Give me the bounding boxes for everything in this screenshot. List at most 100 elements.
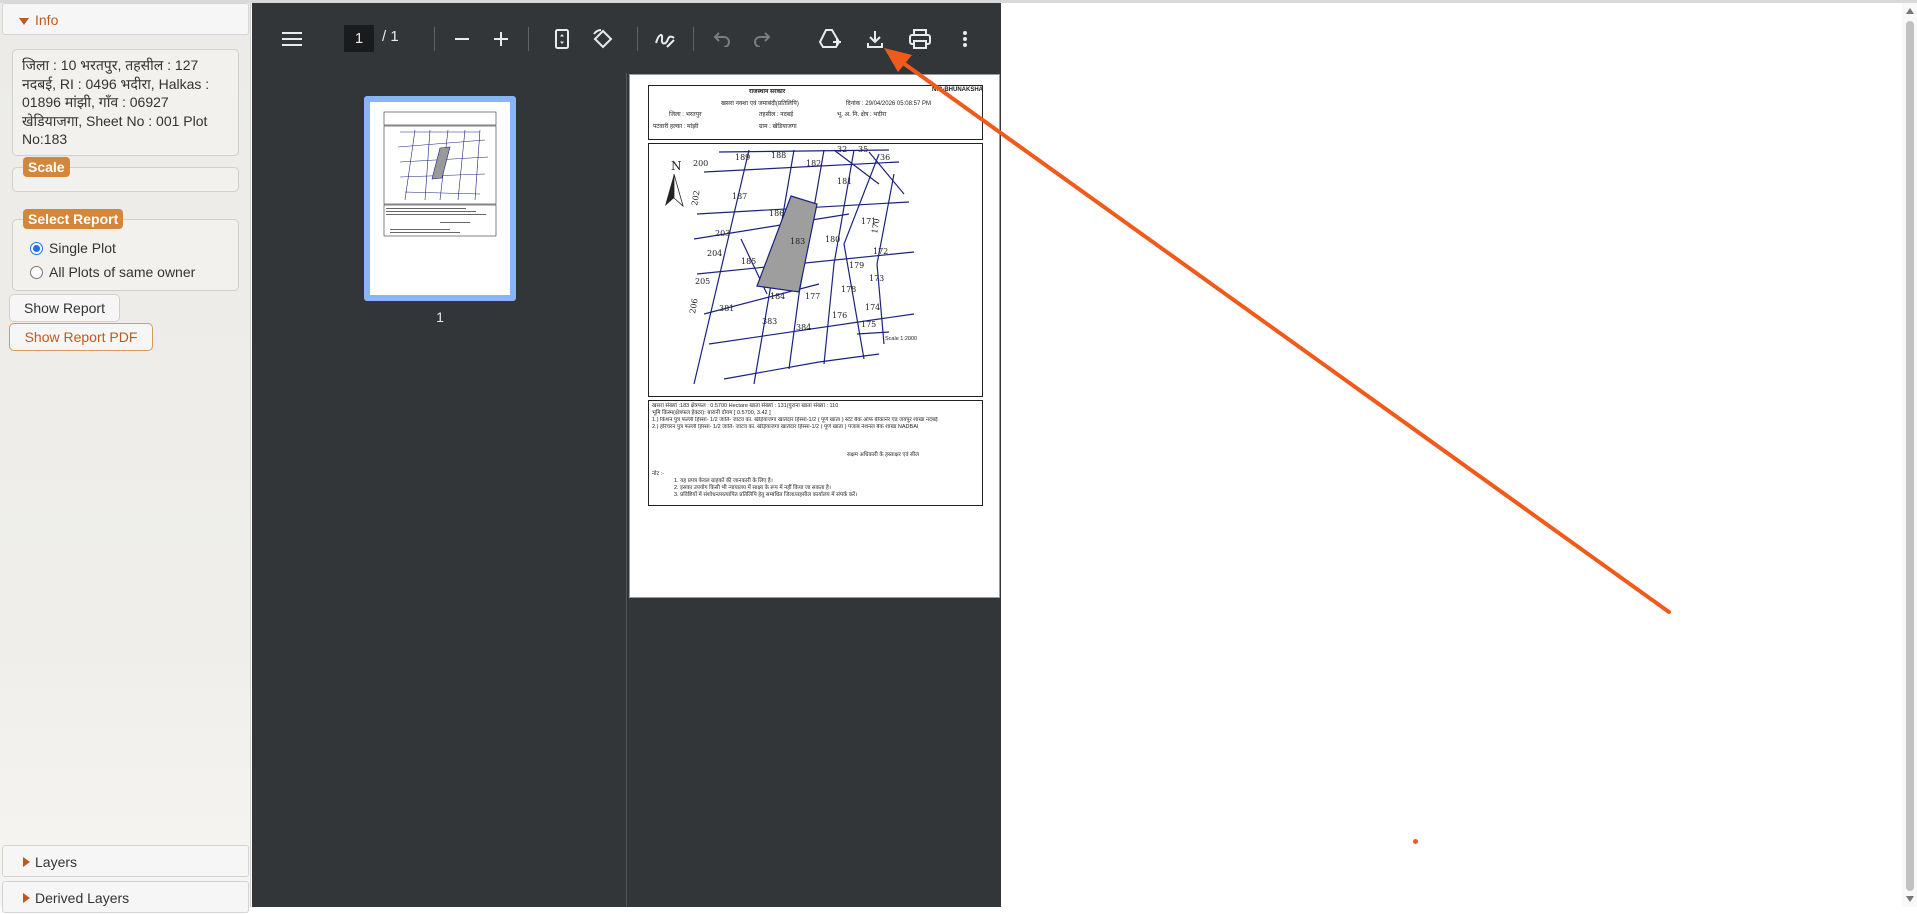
plot-number-label: 179	[849, 261, 864, 270]
plot-number-label: 202	[690, 190, 702, 207]
page-info-text: खसरा संख्या :183 क्षेत्रफल : 0.5700 Hect…	[648, 400, 983, 506]
rotate-icon[interactable]	[589, 25, 617, 53]
more-vert-icon[interactable]	[951, 25, 979, 53]
zoom-in-icon[interactable]	[487, 25, 515, 53]
pdf-toolbar: 1 / 1	[252, 3, 1001, 73]
note-1: 1. यह प्रपत्र केवल ग्राहकों की जानकारी क…	[674, 478, 773, 484]
scroll-down-icon[interactable]	[1906, 896, 1914, 902]
plot-number-label: 183	[790, 237, 805, 246]
north-label: N	[671, 159, 682, 173]
info-header-label: Info	[35, 12, 59, 28]
plot-number-label: 184	[770, 292, 785, 301]
plot-map: 189 188 182 181 200 187 186 183 180 171 202 203 185 2…	[648, 143, 983, 397]
radio-single-plot[interactable]: Single Plot	[30, 240, 116, 256]
info-line-4: 2.) हरिचरन पुत्र फल्ली हिस्सा- 1/2 जाति-…	[652, 424, 919, 430]
note-2: 2. इसका उपयोग किसी भी न्यायालय में साक्ष…	[674, 485, 831, 491]
note-label: नोट :-	[652, 471, 665, 477]
plot-number-label: 185	[741, 257, 756, 266]
plot-number-label: 383	[762, 317, 777, 326]
show-report-button[interactable]: Show Report	[9, 294, 120, 322]
scrollbar-thumb[interactable]	[1906, 21, 1914, 891]
info-line-1: खसरा संख्या :183 क्षेत्रफल : 0.5700 Hect…	[652, 403, 839, 409]
select-report-legend: Select Report	[23, 209, 124, 229]
page-district: जिला : भरतपुर	[669, 112, 702, 118]
pdf-page: राजस्थान सरकार NIC-BHUNAKSHA खसरा नक्शा …	[629, 74, 1000, 598]
page-village: ग्राम : खेडियाजगा	[759, 124, 797, 130]
page-number-input[interactable]: 1	[344, 25, 374, 52]
plot-number-label: 176	[832, 311, 847, 320]
draw-icon[interactable]	[651, 25, 679, 53]
derived-layers-accordion-header[interactable]: Derived Layers	[2, 881, 249, 913]
thumbnail-sidebar: 1	[252, 73, 627, 907]
redo-icon[interactable]	[748, 25, 776, 53]
plot-number-label: 381	[719, 304, 734, 313]
note-3: 3. प्रविष्टियों में संशोधन/सत्यापित प्रत…	[674, 492, 858, 498]
plot-number-label: 177	[805, 292, 820, 301]
divider	[434, 27, 435, 51]
plot-number-label: 175	[861, 320, 876, 329]
page-patwar: पटवारी हल्का : मांझी	[653, 124, 699, 130]
plot-number-label: 189	[735, 153, 750, 162]
page-thumbnail[interactable]	[370, 102, 510, 295]
chevron-right-icon	[23, 893, 30, 903]
page-header-title: राजस्थान सरकार	[749, 89, 786, 95]
page-header-right: NIC-BHUNAKSHA	[932, 87, 983, 93]
layers-header-label: Layers	[35, 854, 78, 870]
derived-layers-header-label: Derived Layers	[35, 890, 130, 906]
chevron-down-icon	[19, 18, 29, 25]
divider	[637, 27, 638, 51]
radio-button[interactable]	[30, 265, 43, 279]
left-panel: Info जिला : 10 भरतपुर, तहसील : 127 नदबई,…	[0, 3, 251, 913]
divider	[693, 27, 694, 51]
scale-legend: Scale	[23, 157, 70, 177]
plot-number-label: 384	[796, 323, 811, 332]
info-line-3: 1.) किशन पुत्र फल्ली हिस्सा- 1/2 जाति- ज…	[652, 417, 938, 423]
radio-button-selected[interactable]	[30, 241, 43, 255]
plot-number-label: 32	[837, 145, 847, 154]
plot-number-label: 200	[693, 159, 708, 168]
download-icon[interactable]	[861, 25, 889, 53]
scroll-up-icon[interactable]	[1906, 8, 1914, 14]
plot-number-label: 187	[732, 192, 747, 201]
show-report-pdf-button[interactable]: Show Report PDF	[9, 323, 153, 351]
plot-number-label: 35	[858, 145, 868, 154]
plot-number-label: 181	[837, 177, 852, 186]
info-accordion-header[interactable]: Info	[2, 3, 249, 35]
undo-icon[interactable]	[708, 25, 736, 53]
plot-number-label: 170	[870, 218, 882, 235]
plot-number-label: 182	[806, 159, 821, 168]
chevron-right-icon	[23, 857, 30, 867]
plot-number-label: 36	[880, 153, 890, 162]
plot-number-label: 174	[865, 303, 880, 312]
radio-all-plots[interactable]: All Plots of same owner	[30, 264, 195, 280]
page-header-subtitle: खसरा नक्शा एवं जमाबंदी(प्रतिलिपि)	[721, 101, 799, 107]
print-icon[interactable]	[906, 25, 934, 53]
divider	[528, 27, 529, 51]
plot-number-label: 206	[688, 298, 700, 315]
plot-number-label: 180	[825, 235, 840, 244]
page-header: राजस्थान सरकार NIC-BHUNAKSHA खसरा नक्शा …	[648, 85, 983, 140]
radio-single-label: Single Plot	[49, 240, 116, 256]
page-scrollbar[interactable]	[1902, 3, 1917, 907]
page-ri: भू. अ. नि. क्षेत्र : भदीरा	[837, 112, 887, 118]
plot-number-label: 203	[715, 229, 730, 238]
signature-label: सक्षम अधिकारी के हस्ताक्षर एवं सील	[847, 452, 919, 458]
plot-number-label: 173	[869, 274, 884, 283]
radio-all-label: All Plots of same owner	[49, 264, 196, 280]
thumbnail-label: 1	[436, 309, 444, 325]
page-tehsil: तहसील : नदबई	[759, 112, 794, 118]
zoom-out-icon[interactable]	[448, 25, 476, 53]
menu-icon[interactable]	[278, 25, 306, 53]
plot-number-label: 186	[769, 209, 784, 218]
pdf-viewer: 1 / 1 1 राजस्थान सरकार NIC-BHUNAKSHA खसर…	[252, 3, 1001, 907]
info-line-2: भूमि किस्म(क्षेत्रफल हेक्टर): बारानी दोय…	[652, 410, 771, 416]
plot-number-label: 188	[771, 151, 786, 160]
plot-number-label: 205	[695, 277, 710, 286]
fit-page-icon[interactable]	[548, 25, 576, 53]
drive-add-icon[interactable]	[816, 25, 844, 53]
layers-accordion-header[interactable]: Layers	[2, 845, 249, 877]
plot-number-label: 204	[707, 249, 722, 258]
info-text: जिला : 10 भरतपुर, तहसील : 127 नदबई, RI :…	[12, 49, 239, 156]
map-scale: Scale 1:2000	[885, 336, 917, 342]
plot-number-label: 178	[841, 285, 856, 294]
